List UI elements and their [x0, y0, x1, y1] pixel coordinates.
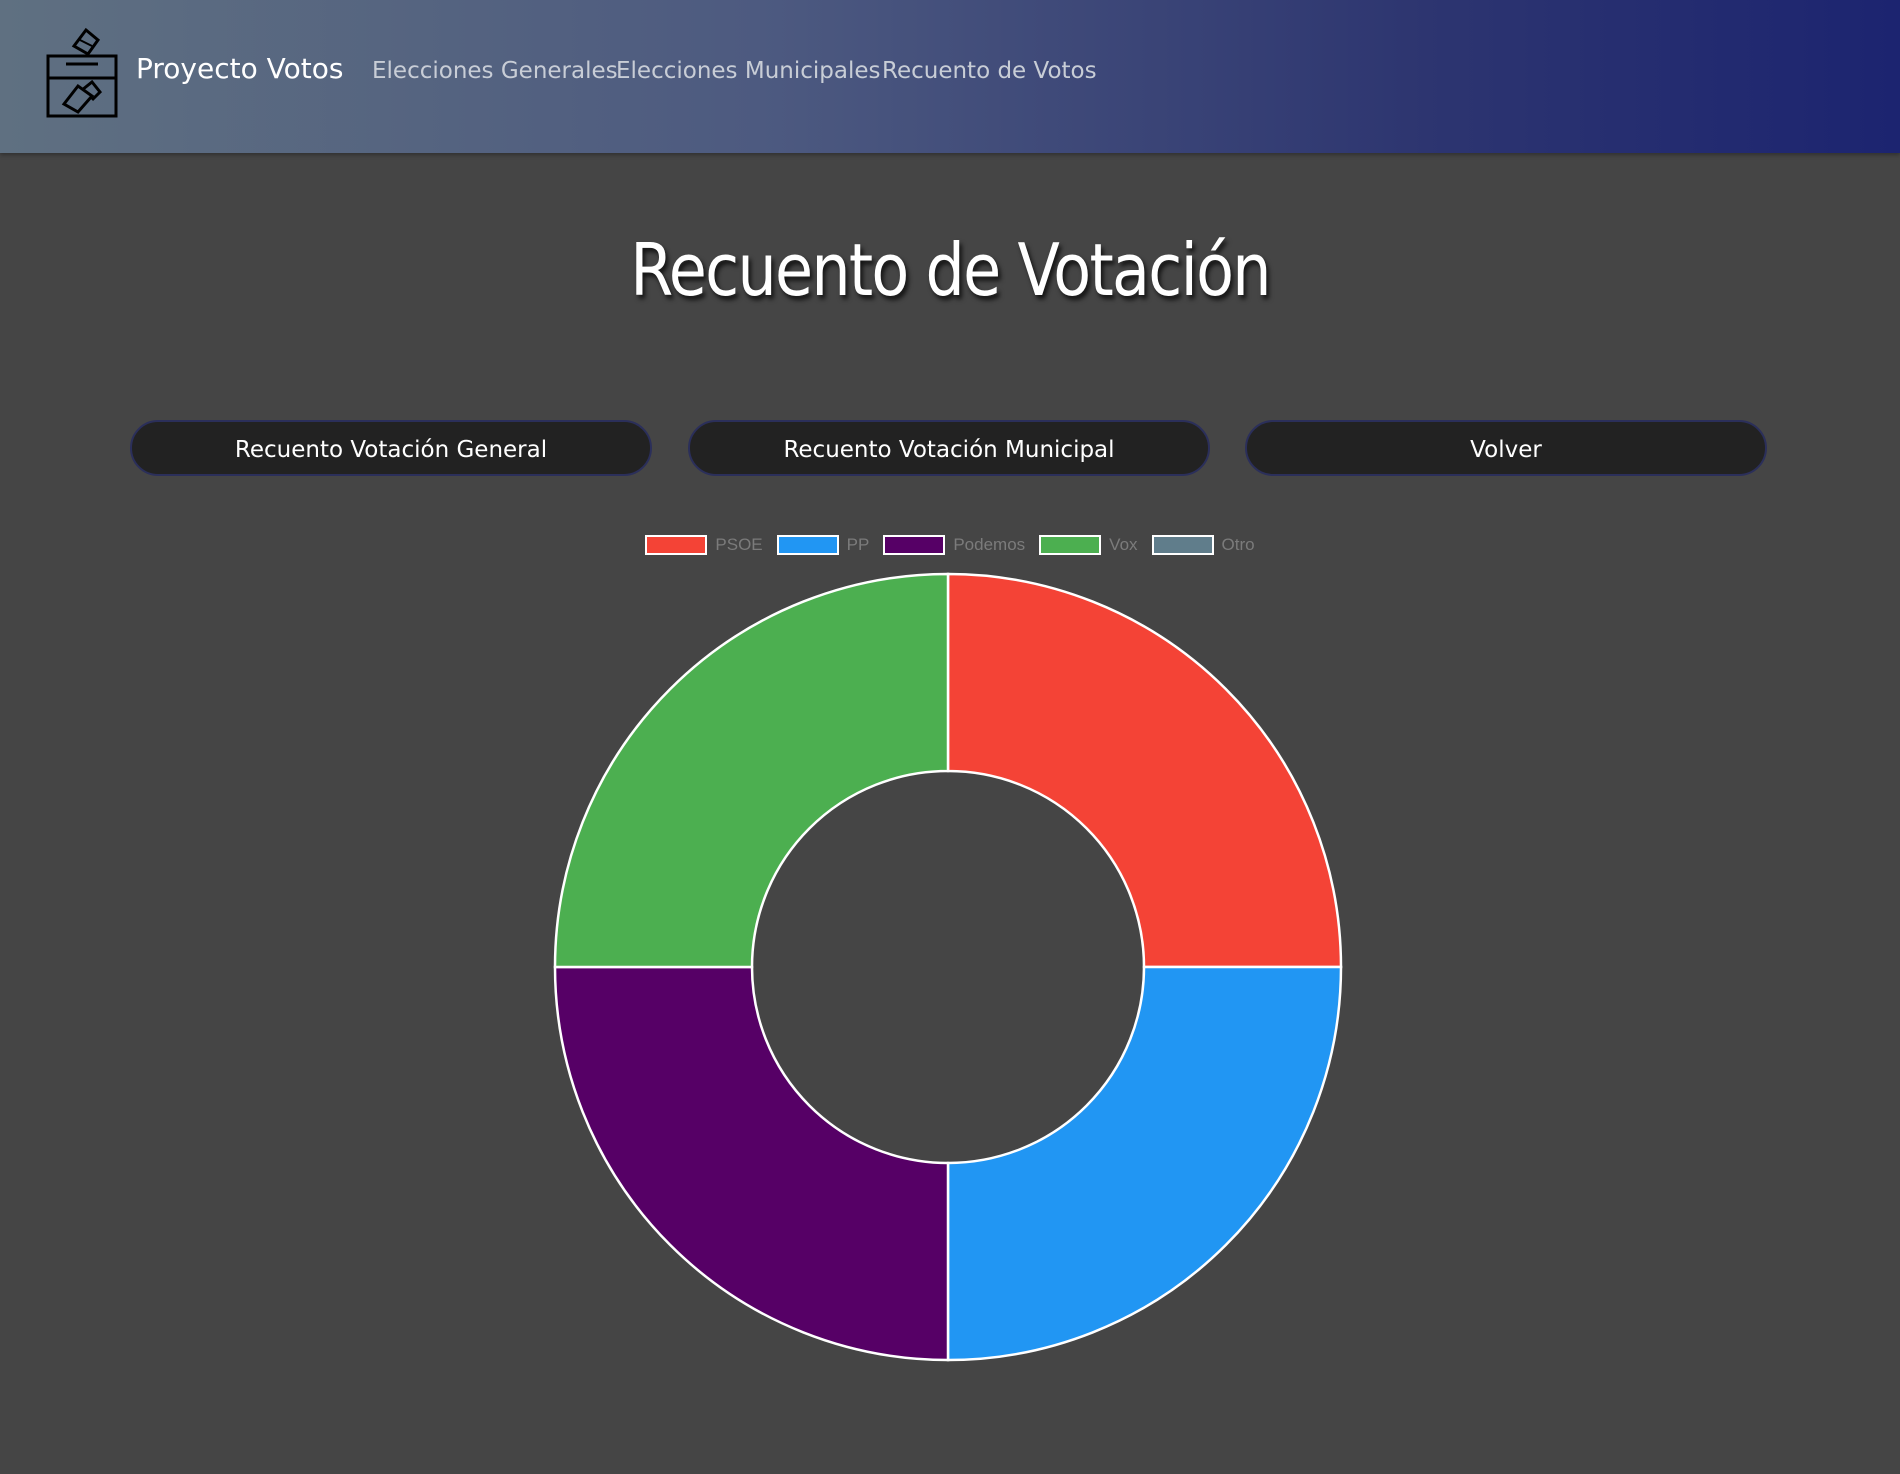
chart-slice-vox[interactable] — [553, 572, 950, 969]
brand-logo-link[interactable] — [44, 26, 120, 120]
navbar: Proyecto Votos Elecciones Generales Elec… — [0, 0, 1900, 153]
legend-label: Otro — [1221, 535, 1255, 554]
page-title: Recuento de Votación — [630, 228, 1271, 312]
ballot-box-icon — [46, 27, 118, 118]
legend-swatch — [1039, 535, 1102, 555]
legend-swatch — [776, 535, 839, 555]
legend-item-psoe[interactable]: PSOE — [645, 535, 763, 555]
legend-label: Podemos — [953, 535, 1026, 554]
legend-label: PP — [846, 535, 870, 554]
nav-link-elecciones-municipales[interactable]: Elecciones Municipales — [616, 58, 881, 84]
nav-link-elecciones-generales[interactable]: Elecciones Generales — [372, 58, 618, 84]
recuento-municipal-button[interactable]: Recuento Votación Municipal — [688, 420, 1210, 476]
chart-slice-psoe[interactable] — [946, 572, 1343, 969]
nav-link-recuento-de-votos[interactable]: Recuento de Votos — [882, 58, 1097, 84]
legend-item-podemos[interactable]: Podemos — [883, 535, 1025, 555]
volver-button[interactable]: Volver — [1245, 420, 1767, 476]
brand-name[interactable]: Proyecto Votos — [136, 52, 343, 85]
legend-item-otro[interactable]: Otro — [1151, 535, 1255, 555]
doughnut-chart — [553, 572, 1343, 1362]
legend-item-pp[interactable]: PP — [776, 535, 870, 555]
chart-legend: PSOE PP Podemos Vox Otro — [0, 535, 1900, 555]
legend-item-vox[interactable]: Vox — [1039, 535, 1138, 555]
doughnut-chart-svg — [553, 572, 1343, 1362]
recuento-general-button[interactable]: Recuento Votación General — [130, 420, 652, 476]
legend-label: PSOE — [715, 535, 763, 554]
chart-slice-pp[interactable] — [946, 965, 1343, 1362]
legend-label: Vox — [1109, 535, 1138, 554]
legend-swatch — [883, 535, 946, 555]
legend-swatch — [1151, 535, 1214, 555]
chart-slice-podemos[interactable] — [553, 965, 950, 1362]
legend-swatch — [645, 535, 708, 555]
